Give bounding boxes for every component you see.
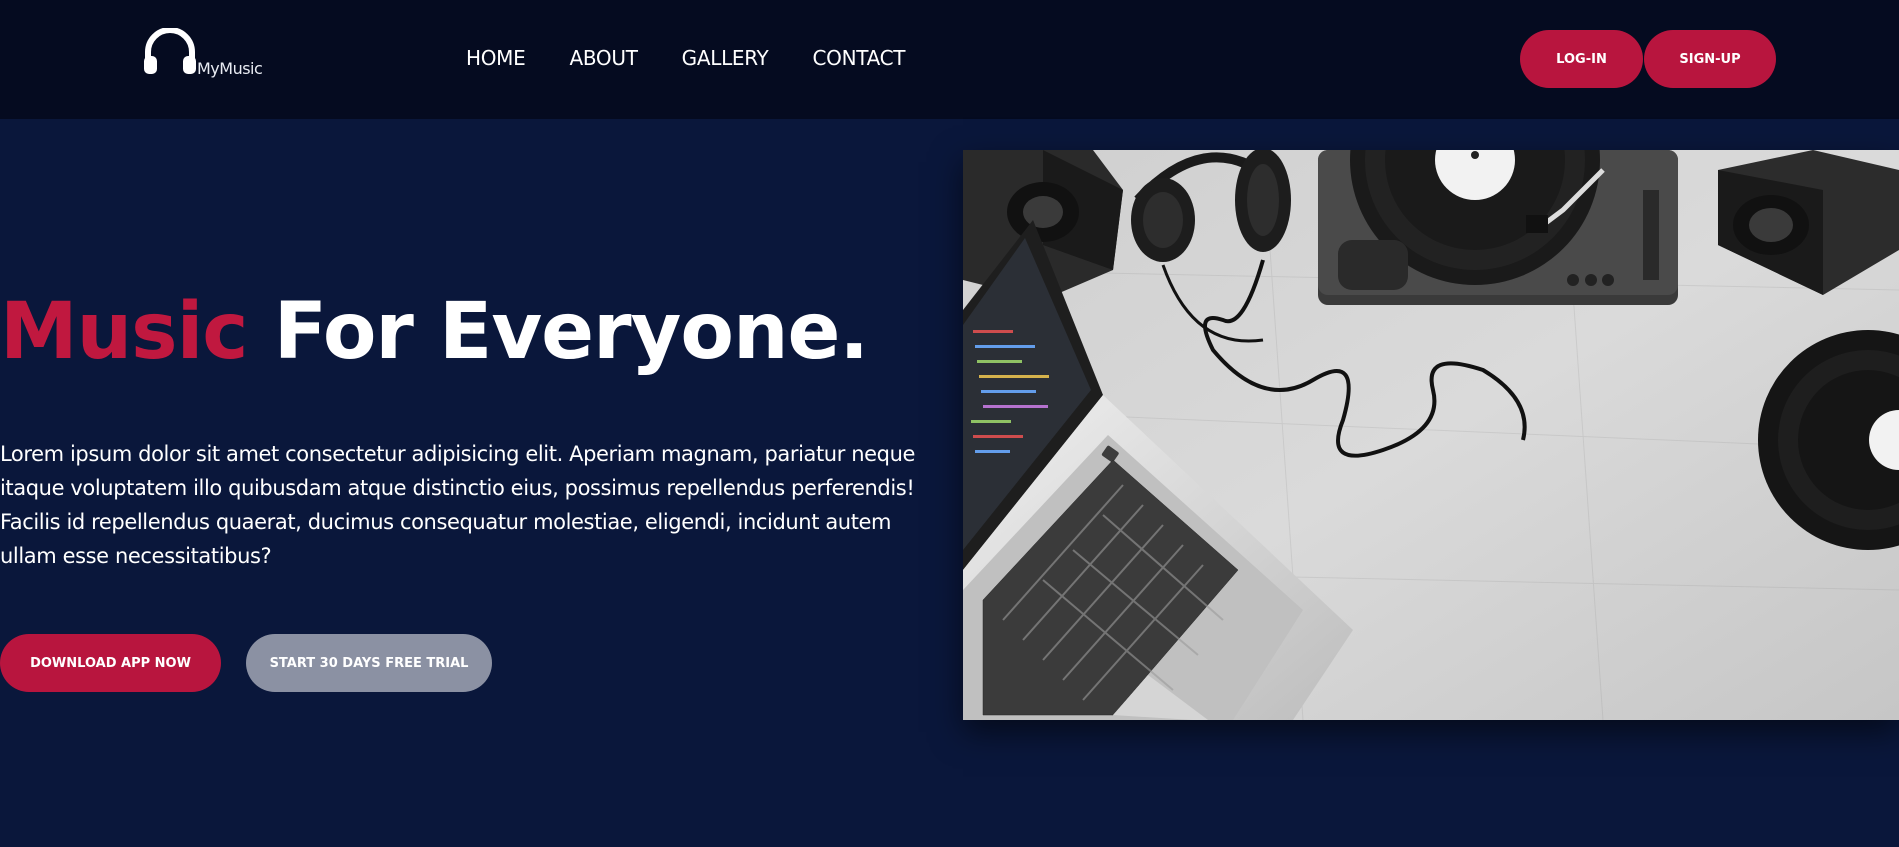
turntable (1318, 150, 1678, 305)
logo[interactable]: MyMusic (142, 28, 263, 82)
nav-gallery[interactable]: GALLERY (682, 45, 769, 71)
download-app-button[interactable]: DOWNLOAD APP NOW (0, 634, 221, 692)
headphones-icon (144, 28, 196, 74)
main-nav: HOME ABOUT GALLERY CONTACT (466, 45, 906, 71)
music-desk-photo (963, 150, 1899, 720)
logo-text: MyMusic (197, 59, 263, 78)
nav-contact[interactable]: CONTACT (812, 45, 905, 71)
navbar: MyMusic HOME ABOUT GALLERY CONTACT LOG-I… (0, 0, 1899, 119)
hero-title-accent: Music (0, 287, 249, 377)
hero-description: Lorem ipsum dolor sit amet consectetur a… (0, 442, 916, 568)
hero-title: Music For Everyone. (0, 282, 869, 382)
signup-button[interactable]: SIGN-UP (1644, 30, 1776, 88)
hero-title-rest: For Everyone. (247, 287, 869, 377)
free-trial-button[interactable]: START 30 DAYS FREE TRIAL (246, 634, 492, 692)
nav-about[interactable]: ABOUT (569, 45, 637, 71)
login-button[interactable]: LOG-IN (1520, 30, 1643, 88)
nav-home[interactable]: HOME (466, 45, 526, 71)
hero-image (963, 150, 1899, 720)
